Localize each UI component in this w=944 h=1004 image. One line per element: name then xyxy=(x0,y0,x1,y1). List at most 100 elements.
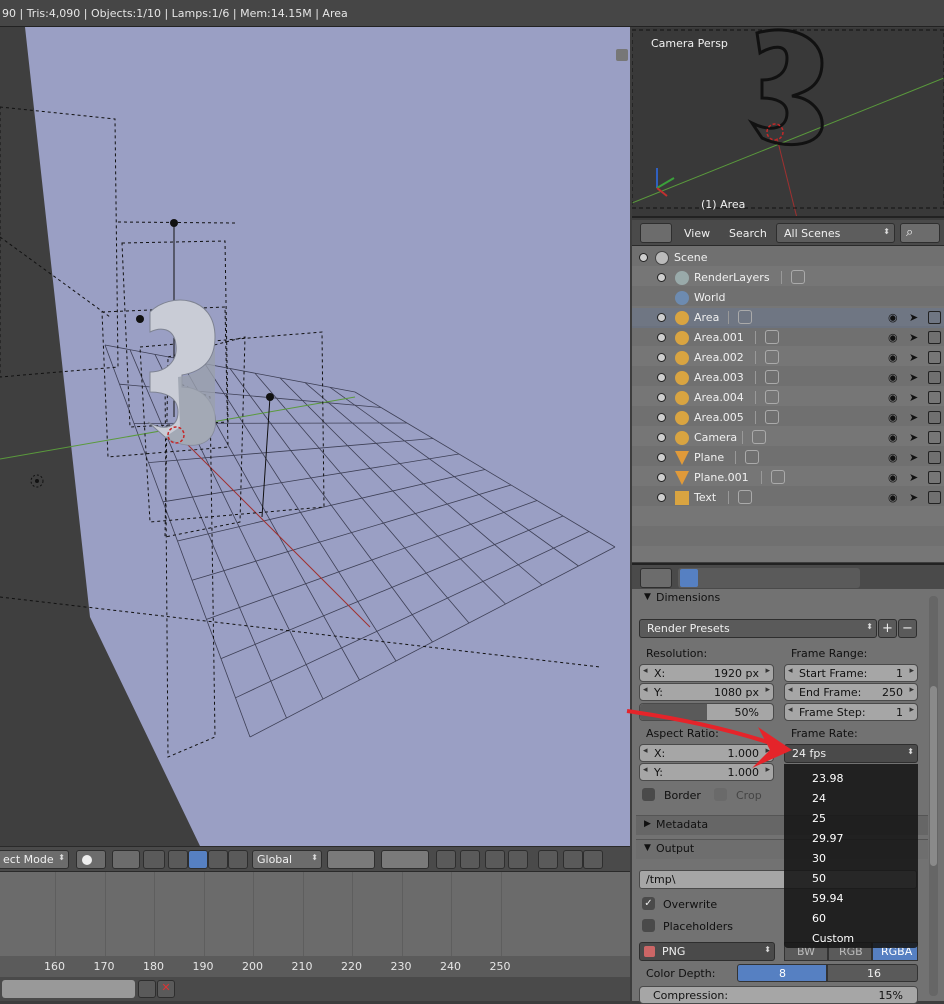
render-camera-icon[interactable] xyxy=(928,431,941,444)
scene-selector[interactable]: All Scenes ⬍ xyxy=(776,223,895,243)
render-presets-menu[interactable]: Render Presets ⬍ xyxy=(639,619,877,638)
color-depth-8[interactable]: 8 xyxy=(737,964,827,982)
cursor-icon[interactable]: ➤ xyxy=(909,371,922,384)
properties-scrollbar[interactable] xyxy=(929,596,938,996)
outliner-item-renderlayers[interactable]: RenderLayers xyxy=(632,268,944,288)
frame-rate-option[interactable]: Custom xyxy=(812,932,854,945)
remove-preset-button[interactable]: − xyxy=(898,619,917,638)
placeholders-checkbox[interactable] xyxy=(642,919,655,932)
close-icon[interactable]: ✕ xyxy=(157,980,175,998)
aspect-x-field[interactable]: ◂ X: 1.000 ▸ xyxy=(639,744,774,762)
eye-icon[interactable]: ◉ xyxy=(888,391,901,404)
border-checkbox[interactable] xyxy=(642,788,655,801)
frame-rate-option[interactable]: 30 xyxy=(812,852,826,865)
render-animation-button[interactable] xyxy=(583,850,603,869)
cursor-icon[interactable]: ➤ xyxy=(909,471,922,484)
outliner-item-camera[interactable]: Camera◉➤ xyxy=(632,428,944,448)
cursor-icon[interactable]: ➤ xyxy=(909,451,922,464)
expand-icon[interactable] xyxy=(657,393,666,402)
rotate-manipulator[interactable] xyxy=(188,850,208,869)
outliner-item-world[interactable]: World xyxy=(632,288,944,308)
menu-view[interactable]: View xyxy=(684,227,710,240)
outliner-item-area-002[interactable]: Area.002◉➤ xyxy=(632,348,944,368)
eye-icon[interactable]: ◉ xyxy=(888,351,901,364)
scene-row[interactable]: Scene xyxy=(632,248,944,268)
outliner-item-area-005[interactable]: Area.005◉➤ xyxy=(632,408,944,428)
editor-type-selector[interactable] xyxy=(640,223,672,243)
resolution-x-field[interactable]: ◂ X: 1920 px ▸ xyxy=(639,664,774,682)
proportional-edit-button[interactable] xyxy=(460,850,480,869)
shading-selector[interactable] xyxy=(76,850,106,869)
expand-icon[interactable] xyxy=(657,413,666,422)
frame-rate-option[interactable]: 24 xyxy=(812,792,826,805)
frame-rate-option[interactable]: 50 xyxy=(812,872,826,885)
crop-checkbox[interactable] xyxy=(714,788,727,801)
camera-view[interactable]: Camera Persp (1) Area xyxy=(632,28,944,218)
eye-icon[interactable]: ◉ xyxy=(888,451,901,464)
render-camera-icon[interactable] xyxy=(928,331,941,344)
expand-icon[interactable] xyxy=(657,473,666,482)
file-format-selector[interactable]: PNG ⬍ xyxy=(639,942,775,961)
viewport-corner-widget[interactable] xyxy=(616,49,628,61)
outliner-item-area-001[interactable]: Area.001◉➤ xyxy=(632,328,944,348)
cursor-icon[interactable]: ➤ xyxy=(909,491,922,504)
snap-button[interactable] xyxy=(485,850,505,869)
render-camera-icon[interactable] xyxy=(928,371,941,384)
scrollbar-thumb[interactable] xyxy=(930,686,937,866)
frame-rate-option[interactable]: 29.97 xyxy=(812,832,844,845)
frame-rate-option[interactable]: 60 xyxy=(812,912,826,925)
search-button[interactable]: ⌕ xyxy=(900,223,940,243)
frame-rate-selector[interactable]: 24 fps ⬍ xyxy=(784,744,918,763)
frame-rate-option[interactable]: 59.94 xyxy=(812,892,844,905)
keying-button[interactable] xyxy=(138,980,156,998)
timeline-field[interactable] xyxy=(2,980,135,998)
timeline[interactable]: 160170180190200210220230240250 xyxy=(0,872,630,977)
eye-icon[interactable]: ◉ xyxy=(888,411,901,424)
editor-type-selector[interactable] xyxy=(640,568,672,588)
cursor-icon[interactable]: ➤ xyxy=(909,351,922,364)
pivot-selector[interactable] xyxy=(112,850,140,869)
mode-selector[interactable]: ect Mode ⬍ xyxy=(0,850,69,869)
end-frame-field[interactable]: ◂ End Frame: 250 ▸ xyxy=(784,683,918,701)
resolution-percentage-slider[interactable]: 50% xyxy=(639,703,774,721)
pointer-manipulator[interactable] xyxy=(228,850,248,869)
manipulator-toggle[interactable] xyxy=(143,850,165,869)
cursor-icon[interactable]: ➤ xyxy=(909,411,922,424)
render-camera-icon[interactable] xyxy=(928,491,941,504)
add-preset-button[interactable]: + xyxy=(878,619,897,638)
menu-search[interactable]: Search xyxy=(729,227,767,240)
expand-icon[interactable] xyxy=(657,273,666,282)
render-camera-icon[interactable] xyxy=(928,451,941,464)
layer-lock-button[interactable] xyxy=(436,850,456,869)
eye-icon[interactable]: ◉ xyxy=(888,311,901,324)
render-image-button[interactable] xyxy=(563,850,583,869)
frame-rate-option[interactable]: 25 xyxy=(812,812,826,825)
eye-icon[interactable]: ◉ xyxy=(888,471,901,484)
layers-block-1[interactable] xyxy=(327,850,375,869)
frame-rate-option[interactable]: 23.98 xyxy=(812,772,844,785)
eye-icon[interactable]: ◉ xyxy=(888,331,901,344)
render-camera-icon[interactable] xyxy=(928,311,941,324)
expand-icon[interactable] xyxy=(657,353,666,362)
outliner-item-area-003[interactable]: Area.003◉➤ xyxy=(632,368,944,388)
compression-slider[interactable]: Compression: 15% xyxy=(639,986,918,1004)
expand-icon[interactable] xyxy=(657,493,666,502)
render-camera-icon[interactable] xyxy=(928,391,941,404)
outliner-item-area[interactable]: Area◉➤ xyxy=(632,308,944,328)
cursor-icon[interactable]: ➤ xyxy=(909,391,922,404)
expand-icon[interactable] xyxy=(657,313,666,322)
expand-icon[interactable] xyxy=(657,373,666,382)
render-camera-icon[interactable] xyxy=(928,351,941,364)
overwrite-checkbox[interactable]: ✓ xyxy=(642,897,655,910)
expand-icon[interactable] xyxy=(657,433,666,442)
outliner-item-text[interactable]: Text◉➤ xyxy=(632,488,944,508)
snap-target-button[interactable] xyxy=(508,850,528,869)
cursor-icon[interactable]: ➤ xyxy=(909,311,922,324)
color-depth-16[interactable]: 16 xyxy=(827,964,918,982)
scale-manipulator[interactable] xyxy=(208,850,228,869)
dimensions-panel-header[interactable]: ▼ Dimensions xyxy=(638,590,928,608)
translate-manipulator[interactable] xyxy=(168,850,188,869)
render-camera-icon[interactable] xyxy=(928,471,941,484)
collapse-icon[interactable] xyxy=(639,253,648,262)
orientation-selector[interactable]: Global ⬍ xyxy=(252,850,322,869)
